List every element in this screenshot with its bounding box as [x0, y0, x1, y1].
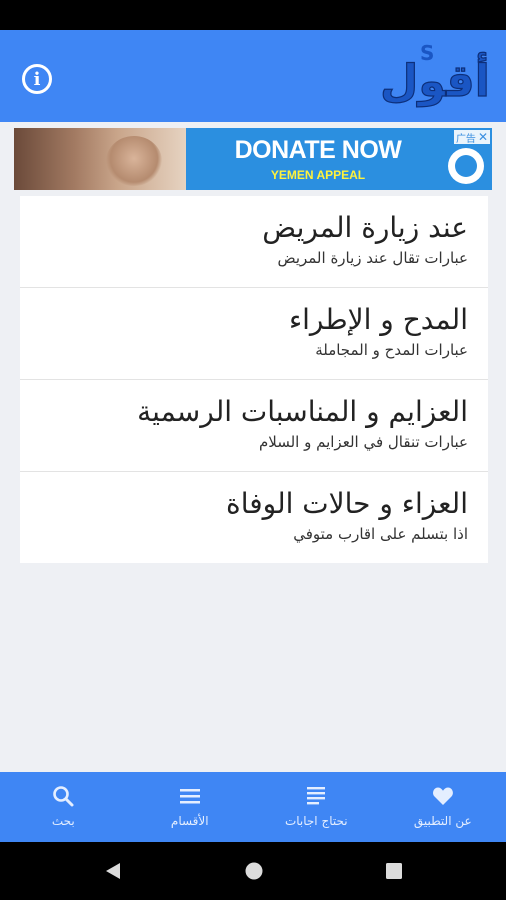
category-title: العزايم و المناسبات الرسمية: [137, 395, 468, 428]
ad-choices[interactable]: 广告 ✕: [453, 130, 490, 145]
category-subtitle: عبارات تقال عند زيارة المريض: [277, 249, 468, 267]
status-bar: [0, 0, 506, 30]
ad-choices-label: 广告: [455, 133, 476, 145]
recents-icon[interactable]: [384, 861, 404, 881]
category-subtitle: عبارات تنقال في العزايم و السلام: [258, 433, 468, 451]
bottom-nav: بحث الأقسام نحتاج اجابات عن التطبيق: [0, 772, 506, 842]
category-card[interactable]: المدح و الإطراء عبارات المدح و المجاملة: [20, 288, 488, 380]
search-icon: [53, 786, 74, 807]
menu-icon: [179, 789, 200, 804]
category-card[interactable]: العزاء و حالات الوفاة اذا بتسلم على اقار…: [20, 472, 488, 563]
nav-need-answers-label: نحتاج اجابات: [284, 814, 348, 828]
heart-icon: [432, 787, 453, 805]
back-icon[interactable]: [103, 861, 123, 881]
nav-sections-label: الأقسام: [170, 814, 209, 828]
info-icon: i: [33, 68, 41, 90]
nav-sections[interactable]: الأقسام: [127, 772, 254, 842]
ad-banner[interactable]: DONATE NOW YEMEN APPEAL 广告 ✕: [14, 128, 492, 190]
nav-search-label: بحث: [51, 814, 75, 828]
system-nav-bar: [0, 842, 506, 900]
document-icon: [307, 787, 326, 805]
ad-title: DONATE NOW: [234, 136, 402, 164]
category-title: المدح و الإطراء: [288, 303, 468, 336]
app-logo: أقول S: [380, 41, 490, 108]
ad-image: [14, 128, 186, 190]
nav-about[interactable]: عن التطبيق: [380, 772, 506, 842]
ad-subtitle: YEMEN APPEAL: [270, 168, 366, 182]
nav-about-label: عن التطبيق: [413, 814, 472, 828]
category-title: العزاء و حالات الوفاة: [226, 487, 468, 520]
svg-text:S: S: [420, 41, 434, 65]
close-icon[interactable]: ✕: [478, 131, 488, 143]
category-card[interactable]: عند زيارة المريض عبارات تقال عند زيارة ا…: [20, 196, 488, 288]
nav-search[interactable]: بحث: [0, 772, 127, 842]
app-logo-text: أقول: [380, 52, 490, 107]
ad-logo: [448, 148, 484, 184]
category-title: عند زيارة المريض: [262, 211, 468, 244]
nav-need-answers[interactable]: نحتاج اجابات: [253, 772, 380, 842]
category-list: عند زيارة المريض عبارات تقال عند زيارة ا…: [20, 196, 488, 563]
category-subtitle: عبارات المدح و المجاملة: [315, 341, 468, 359]
category-card[interactable]: العزايم و المناسبات الرسمية عبارات تنقال…: [20, 380, 488, 472]
info-button[interactable]: i: [22, 64, 52, 94]
category-subtitle: اذا بتسلم على اقارب متوفي: [293, 525, 468, 543]
home-icon[interactable]: [244, 861, 264, 881]
